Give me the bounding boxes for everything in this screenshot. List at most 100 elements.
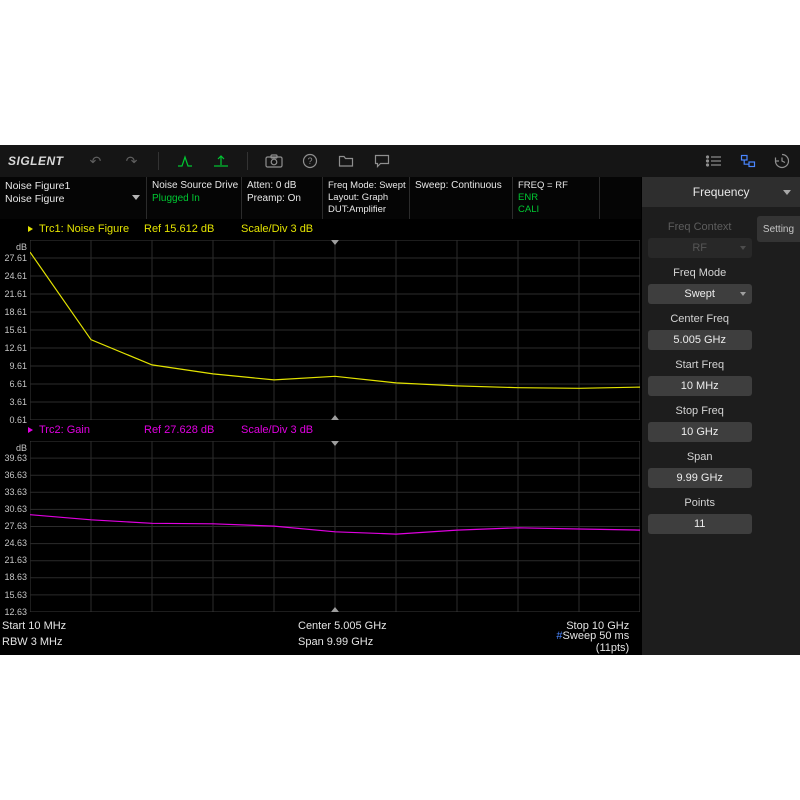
freq-context-label: Freq Context [668,221,732,233]
noise-source-label: Noise Source Drive [152,180,236,193]
measure-name: Noise Figure1 [5,180,141,193]
trace1-scale: Scale/Div 3 dB [241,223,313,235]
center-freq-label: Center Freq [670,313,729,325]
siglent-logo: SIGLENT [8,154,64,168]
y-tick-label: 21.63 [4,555,27,565]
center-freq-marker-top-icon [331,240,339,245]
noise-source-cell[interactable]: Noise Source Drive Plugged In [147,177,242,219]
trace-select-icon [28,427,33,433]
sweep-readout: #Sweep 50 ms (11pts) [534,630,641,654]
center-freq-marker-bottom-icon [331,607,339,612]
graph-area: Trc1: Noise Figure Ref 15.612 dB Scale/D… [0,219,641,615]
panel-title[interactable]: Frequency [642,177,800,207]
stop-freq-field[interactable]: 10 GHz [648,422,752,442]
toolbar-right-group [704,152,792,170]
freq-mode-text: Freq Mode: Swept [328,180,404,192]
y-tick-label: 39.63 [4,453,27,463]
toolbar-divider [158,152,159,170]
y-tick-label: 27.63 [4,521,27,531]
noise-figure-trace [30,240,640,420]
start-freq-label: Start Freq [675,359,724,371]
panel-body: Setting Freq Context RF Freq Mode Swept … [642,207,800,655]
start-freq-field[interactable]: 10 MHz [648,376,752,396]
menu-item-stop-freq: Stop Freq 10 GHz [642,405,757,442]
freq-mode-dropdown[interactable]: Swept [648,284,752,304]
history-icon[interactable] [772,152,792,170]
freq-context-dropdown[interactable]: RF [648,238,752,258]
rbw-readout: RBW 3 MHz [0,636,298,648]
chevron-down-icon [783,190,791,195]
panel-title-label: Frequency [693,185,750,199]
trace2-ref: Ref 27.628 dB [144,424,241,436]
gain-y-axis: dB39.6336.6333.6330.6327.6324.6321.6318.… [0,441,27,612]
redo-icon[interactable]: ↷ [122,152,142,170]
layout-text: Layout: Graph [328,192,404,204]
annotation-filler [600,177,641,219]
trace2-header[interactable]: Trc2: Gain Ref 27.628 dB Scale/Div 3 dB [0,420,641,441]
sweep-mode-text: Sweep: Continuous [415,180,507,193]
freq-status-cell[interactable]: FREQ = RF ENR CALI [513,177,600,219]
annotation-bar: Noise Figure1 Noise Figure Noise Source … [0,177,641,219]
cali-text: CALI [518,204,594,216]
center-freq-field[interactable]: 5.005 GHz [648,330,752,350]
signal-b-icon[interactable] [211,152,231,170]
gain-trace [30,441,640,612]
sweep-cell[interactable]: Sweep: Continuous [410,177,513,219]
trace-select-icon [28,226,33,232]
menu-item-start-freq: Start Freq 10 MHz [642,359,757,396]
freq-mode-label: Freq Mode [673,267,726,279]
measurement-column: Noise Figure1 Noise Figure Noise Source … [0,177,641,655]
y-tick-label: 18.63 [4,572,27,582]
y-tick-label: 3.61 [9,397,27,407]
y-tick-label: 15.61 [4,325,27,335]
y-tick-label: 24.61 [4,271,27,281]
setting-tab[interactable]: Setting [757,216,800,242]
y-tick-label: 15.63 [4,590,27,600]
trace1-header[interactable]: Trc1: Noise Figure Ref 15.612 dB Scale/D… [0,219,641,240]
list-menu-icon[interactable] [704,152,724,170]
y-tick-label: 9.61 [9,361,27,371]
y-tick-label: 36.63 [4,470,27,480]
noise-figure-plot[interactable]: dB27.6124.6121.6118.6115.6112.619.616.61… [30,240,640,420]
folder-icon[interactable] [336,152,356,170]
lan-icon[interactable] [738,152,758,170]
points-field[interactable]: 11 [648,514,752,534]
undo-icon[interactable]: ↶ [86,152,106,170]
freq-rf-text: FREQ = RF [518,180,594,192]
trace2-title: Trc2: Gain [39,424,144,436]
center-freq-marker-bottom-icon [331,415,339,420]
span-field[interactable]: 9.99 GHz [648,468,752,488]
camera-icon[interactable] [264,152,284,170]
svg-text:?: ? [307,156,312,166]
gain-plot[interactable]: dB39.6336.6333.6330.6327.6324.6321.6318.… [30,441,640,612]
y-tick-label: dB [16,443,27,453]
y-tick-label: 21.61 [4,289,27,299]
measure-type: Noise Figure [5,193,141,206]
noise-figure-y-axis: dB27.6124.6121.6118.6115.6112.619.616.61… [0,240,27,420]
measure-selector[interactable]: Noise Figure1 Noise Figure [0,177,147,219]
y-tick-label: 6.61 [9,379,27,389]
y-tick-label: 12.63 [4,607,27,617]
status-bar: Start 10 MHz Center 5.005 GHz Stop 10 GH… [0,614,641,655]
menu-item-freq-mode: Freq Mode Swept [642,267,757,304]
chevron-down-icon [740,246,746,250]
y-tick-label: 33.63 [4,487,27,497]
y-tick-label: 18.61 [4,307,27,317]
atten-cell[interactable]: Atten: 0 dB Preamp: On [242,177,323,219]
mode-cell[interactable]: Freq Mode: Swept Layout: Graph DUT:Ampli… [323,177,410,219]
toolbar-divider [247,152,248,170]
help-icon[interactable]: ? [300,152,320,170]
menu-item-center-freq: Center Freq 5.005 GHz [642,313,757,350]
trace1-title: Trc1: Noise Figure [39,223,144,235]
trace2-scale: Scale/Div 3 dB [241,424,313,436]
content-row: Noise Figure1 Noise Figure Noise Source … [0,177,800,655]
trace1-ref: Ref 15.612 dB [144,223,241,235]
chat-icon[interactable] [372,152,392,170]
frequency-menu-panel: Frequency Setting Freq Context RF Freq M… [641,177,800,655]
menu-item-span: Span 9.99 GHz [642,451,757,488]
span-readout: Span 9.99 GHz [298,636,534,648]
chevron-down-icon [740,292,746,296]
noise-source-state: Plugged In [152,193,236,206]
signal-a-icon[interactable] [175,152,195,170]
span-label: Span [687,451,713,463]
